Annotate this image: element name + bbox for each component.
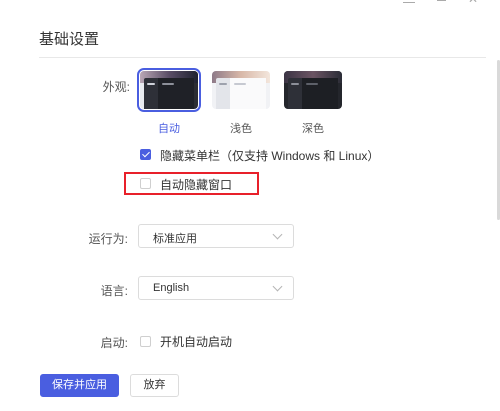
theme-dark-option[interactable] — [284, 71, 342, 109]
theme-light-option[interactable] — [212, 71, 270, 109]
theme-auto-thumbnail — [140, 71, 198, 109]
run-as-select[interactable]: 标准应用 — [138, 224, 294, 248]
startup-checkbox[interactable] — [140, 336, 151, 347]
auto-hide-label: 自动隐藏窗口 — [160, 178, 233, 192]
theme-light-thumbnail — [212, 71, 270, 109]
window-controls: ✕ — [403, 0, 480, 6]
theme-dark-label[interactable]: 深色 — [283, 120, 343, 136]
run-as-value: 标准应用 — [153, 233, 197, 245]
language-label: 语言: — [100, 284, 128, 298]
startup-option-label: 开机自动启动 — [160, 335, 233, 349]
maximize-icon[interactable] — [437, 0, 446, 1]
minimize-icon[interactable] — [403, 0, 415, 6]
startup-label: 启动: — [100, 336, 128, 350]
theme-auto-option[interactable] — [137, 68, 201, 112]
chevron-down-icon — [272, 229, 283, 240]
theme-dark-thumbnail — [284, 71, 342, 109]
language-select[interactable]: English — [138, 276, 294, 300]
chevron-down-icon — [272, 281, 283, 292]
section-title: 基础设置 — [39, 31, 100, 48]
theme-light-label[interactable]: 浅色 — [211, 120, 271, 136]
settings-page: ✕ 基础设置 外观: 自动 浅色 深色 — [0, 0, 500, 411]
discard-button[interactable]: 放弃 — [130, 374, 179, 397]
language-value: English — [153, 282, 190, 294]
close-icon[interactable]: ✕ — [468, 0, 480, 6]
run-as-label: 运行为: — [88, 232, 128, 246]
hide-menu-label: 隐藏菜单栏（仅支持 Windows 和 Linux） — [160, 149, 380, 163]
auto-hide-checkbox[interactable] — [140, 178, 151, 189]
save-apply-button[interactable]: 保存并应用 — [40, 374, 119, 397]
appearance-label: 外观: — [102, 80, 130, 94]
theme-auto-label[interactable]: 自动 — [139, 120, 199, 136]
section-divider — [39, 57, 486, 58]
hide-menu-checkbox[interactable] — [140, 149, 151, 160]
